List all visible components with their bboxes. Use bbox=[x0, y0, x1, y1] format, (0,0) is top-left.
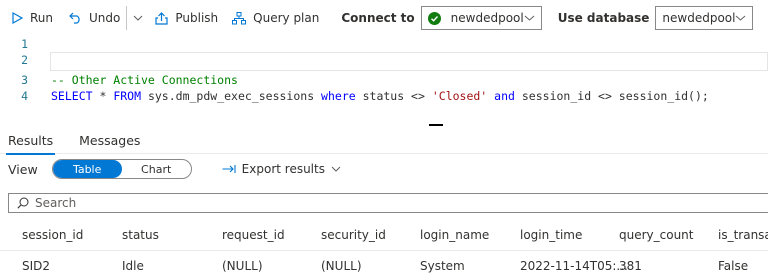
view-chart-option[interactable]: Chart bbox=[122, 160, 191, 178]
column-header[interactable]: request_id bbox=[222, 219, 285, 250]
sql-text: session_id <> session_id(); bbox=[514, 89, 709, 103]
table-cell: 381 bbox=[619, 259, 642, 273]
table-row[interactable]: SID2 Idle (NULL) (NULL) System 2022-11-1… bbox=[0, 251, 768, 280]
query-plan-button[interactable]: Query plan bbox=[228, 6, 323, 30]
connect-to-select[interactable]: newdedpool bbox=[420, 6, 542, 30]
table-cell: SID2 bbox=[22, 259, 51, 273]
sql-comment: -- Other Active Connections bbox=[51, 73, 238, 87]
line-number: 2 bbox=[21, 53, 28, 67]
line-number: 4 bbox=[21, 89, 28, 103]
undo-dropdown-button[interactable] bbox=[126, 6, 147, 30]
results-table: session_id status request_id security_id… bbox=[0, 219, 768, 280]
editor-line-4: 4 SELECT * FROM sys.dm_pdw_exec_sessions… bbox=[0, 88, 768, 104]
refresh-button[interactable] bbox=[763, 6, 768, 30]
tab-messages[interactable]: Messages bbox=[71, 128, 148, 154]
export-results-button[interactable]: Export results bbox=[222, 162, 341, 176]
search-icon bbox=[17, 197, 29, 209]
chevron-down-icon bbox=[735, 15, 746, 21]
connect-to-value: newdedpool bbox=[450, 11, 524, 25]
sql-text: * bbox=[92, 89, 114, 103]
table-cell: System bbox=[420, 259, 465, 273]
query-plan-icon bbox=[232, 11, 247, 25]
sql-keyword: SELECT bbox=[51, 89, 93, 103]
table-cell: 2022-11-14T05:... bbox=[520, 259, 628, 273]
undo-button[interactable]: Undo bbox=[65, 6, 124, 30]
results-search-input[interactable]: Search bbox=[8, 193, 768, 213]
use-database-label: Use database bbox=[557, 11, 650, 25]
publish-button[interactable]: Publish bbox=[151, 6, 222, 30]
editor-line-3: 3 -- Other Active Connections bbox=[0, 72, 768, 88]
table-cell: (NULL) bbox=[321, 259, 362, 273]
column-header[interactable]: session_id bbox=[22, 219, 83, 250]
table-cell: False bbox=[718, 259, 749, 273]
table-cell: (NULL) bbox=[222, 259, 263, 273]
pane-resize-handle[interactable] bbox=[429, 124, 443, 126]
view-toggle[interactable]: Table Chart bbox=[51, 159, 192, 179]
undo-label: Undo bbox=[89, 11, 121, 25]
sql-string: 'Closed' bbox=[431, 89, 488, 103]
export-arrow-icon bbox=[222, 164, 236, 174]
column-header[interactable]: security_id bbox=[321, 219, 386, 250]
undo-icon bbox=[69, 12, 82, 24]
run-button[interactable]: Run bbox=[8, 6, 57, 30]
column-header[interactable]: is_transact bbox=[718, 219, 768, 250]
table-header-row: session_id status request_id security_id… bbox=[0, 219, 768, 251]
view-controls: View Table Chart Export results bbox=[0, 154, 768, 184]
results-tabbar: Results Messages bbox=[0, 128, 768, 155]
run-label: Run bbox=[30, 11, 54, 25]
chevron-down-icon bbox=[331, 166, 341, 172]
view-label: View bbox=[8, 161, 38, 177]
sql-keyword: FROM bbox=[113, 89, 142, 103]
column-header[interactable]: query_count bbox=[619, 219, 694, 250]
search-placeholder: Search bbox=[35, 196, 77, 210]
column-header[interactable]: login_time bbox=[520, 219, 582, 250]
use-database-value: newdedpool bbox=[662, 11, 736, 25]
sql-text: sys.dm_pdw_exec_sessions bbox=[141, 89, 322, 103]
column-header[interactable]: status bbox=[122, 219, 159, 250]
current-line-highlight bbox=[50, 52, 768, 71]
connect-to-label: Connect to bbox=[341, 11, 415, 25]
use-database-select[interactable]: newdedpool bbox=[655, 6, 754, 30]
chevron-down-icon bbox=[524, 15, 535, 21]
sql-statement: SELECT * FROM sys.dm_pdw_exec_sessions w… bbox=[51, 89, 709, 103]
table-cell: Idle bbox=[122, 259, 144, 273]
tab-results[interactable]: Results bbox=[0, 128, 61, 155]
sql-keyword: and bbox=[494, 89, 515, 103]
publish-label: Publish bbox=[175, 11, 219, 25]
connected-check-icon bbox=[427, 11, 441, 25]
sql-text: status <> bbox=[355, 89, 432, 103]
sql-editor[interactable]: 1 2 3 -- Other Active Connections 4 SELE… bbox=[0, 36, 768, 120]
column-header[interactable]: login_name bbox=[420, 219, 489, 250]
editor-line-1: 1 bbox=[0, 36, 768, 52]
sql-keyword: where bbox=[321, 89, 356, 103]
play-icon bbox=[12, 12, 23, 24]
line-number: 1 bbox=[21, 37, 28, 51]
line-number: 3 bbox=[21, 73, 28, 87]
publish-icon bbox=[155, 11, 168, 25]
query-toolbar: Run Undo Publish Query plan Connect to n… bbox=[0, 0, 768, 36]
chevron-down-icon bbox=[133, 15, 143, 21]
query-plan-label: Query plan bbox=[253, 11, 320, 25]
export-results-label: Export results bbox=[241, 162, 325, 176]
view-table-option[interactable]: Table bbox=[52, 160, 122, 178]
